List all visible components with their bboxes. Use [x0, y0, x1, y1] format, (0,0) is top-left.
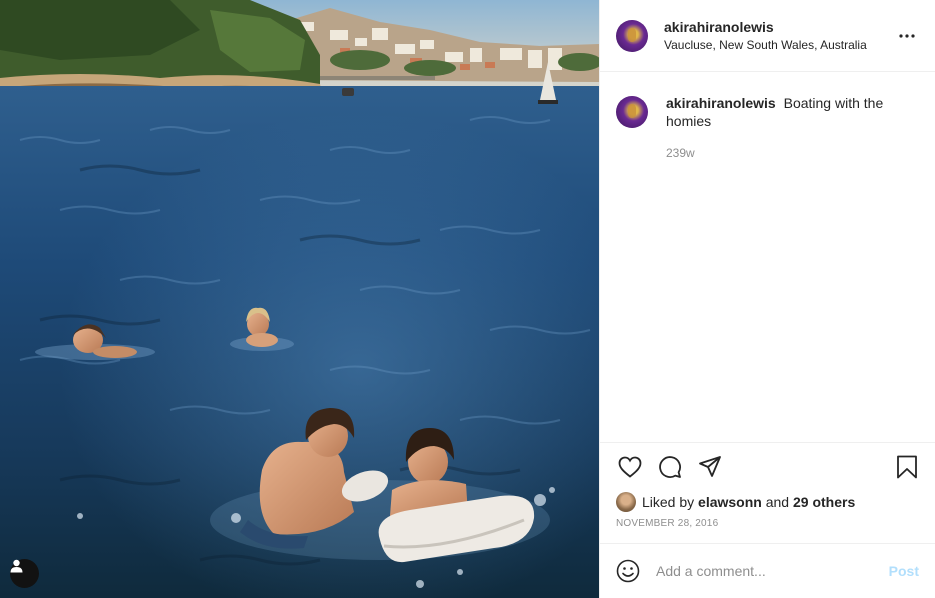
- caption-username-link[interactable]: akirahiranolewis: [666, 95, 776, 111]
- heart-icon: [618, 456, 642, 478]
- comment-icon: [659, 456, 681, 478]
- add-comment-bar: Post: [600, 543, 935, 598]
- comments-section: akirahiranolewis Boating with the homies…: [600, 72, 935, 442]
- liked-by-others-link[interactable]: 29 others: [793, 494, 855, 510]
- caption-avatar[interactable]: [616, 96, 648, 128]
- username-link[interactable]: akirahiranolewis: [664, 18, 895, 36]
- post-details-panel: akirahiranolewis Vaucluse, New South Wal…: [599, 0, 935, 598]
- comment-input[interactable]: [656, 563, 889, 579]
- save-button[interactable]: [887, 447, 927, 487]
- user-tag-button[interactable]: [10, 559, 39, 588]
- actions-area: Liked by elawsonn and 29 others NOVEMBER…: [600, 442, 935, 543]
- caption: akirahiranolewis Boating with the homies…: [616, 94, 919, 162]
- send-icon: [699, 456, 721, 477]
- liker-avatar[interactable]: [616, 492, 636, 512]
- caption-time[interactable]: 239w: [666, 144, 896, 162]
- liked-by-prefix: Liked by: [642, 494, 695, 510]
- avatar[interactable]: [616, 19, 648, 52]
- header-text: akirahiranolewis Vaucluse, New South Wal…: [664, 18, 895, 54]
- post-header: akirahiranolewis Vaucluse, New South Wal…: [600, 0, 935, 72]
- post-photo[interactable]: [0, 0, 599, 598]
- emoji-icon[interactable]: [616, 559, 640, 583]
- more-options-button[interactable]: [895, 24, 919, 48]
- post-date[interactable]: NOVEMBER 28, 2016: [616, 518, 919, 529]
- likes-summary: Liked by elawsonn and 29 others: [616, 491, 919, 513]
- bookmark-icon: [897, 455, 917, 479]
- like-button[interactable]: [610, 447, 650, 487]
- comment-button[interactable]: [650, 447, 690, 487]
- instagram-post: akirahiranolewis Vaucluse, New South Wal…: [0, 0, 935, 598]
- more-options-icon: [899, 33, 915, 38]
- harbour-swimming-image: [0, 0, 599, 598]
- liked-by-and: and: [765, 494, 790, 510]
- user-tag-icon: [10, 559, 23, 573]
- liked-by-user-link[interactable]: elawsonn: [698, 494, 762, 510]
- post-comment-button[interactable]: Post: [889, 563, 919, 579]
- caption-body: akirahiranolewis Boating with the homies…: [666, 94, 896, 162]
- share-button[interactable]: [690, 447, 730, 487]
- location-link[interactable]: Vaucluse, New South Wales, Australia: [664, 36, 895, 54]
- action-bar: [610, 443, 919, 491]
